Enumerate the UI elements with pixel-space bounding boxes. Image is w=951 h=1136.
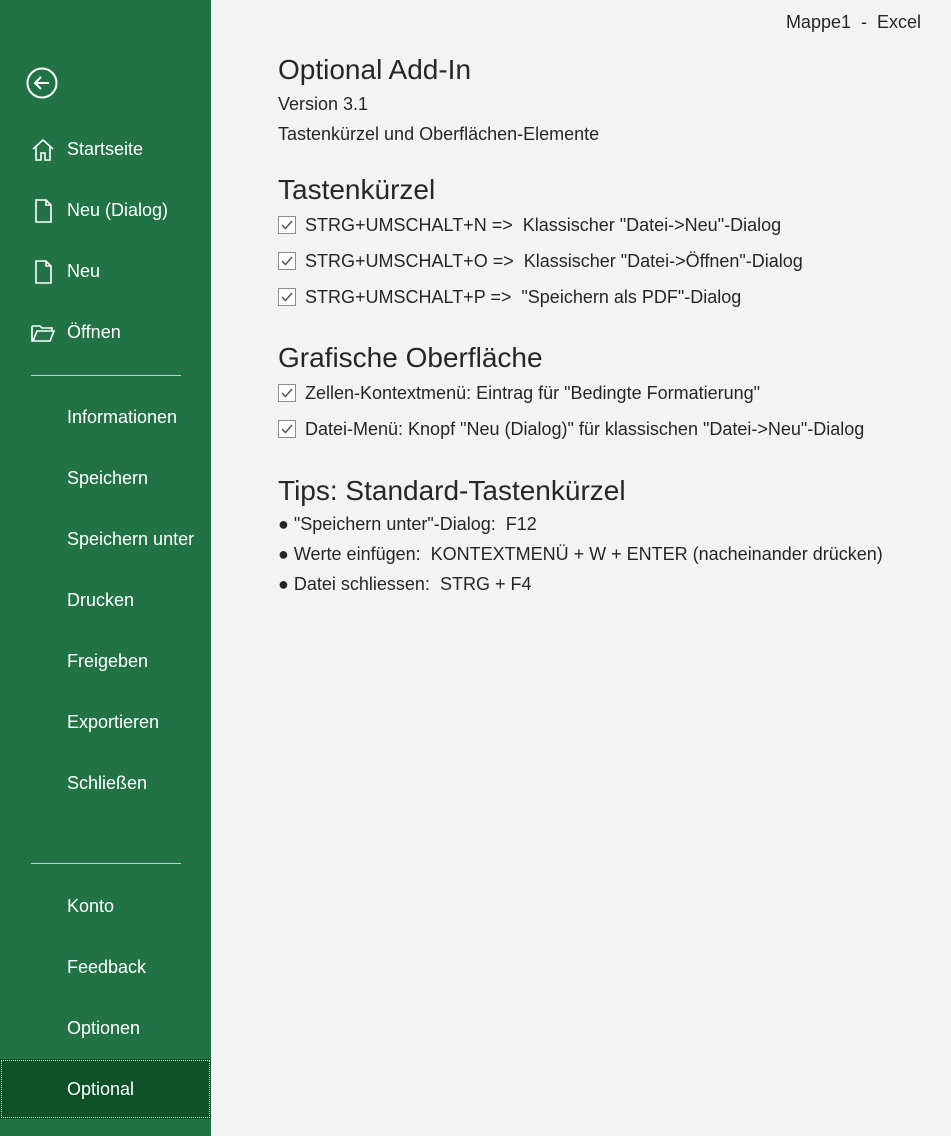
nav-konto[interactable]: Konto [0, 882, 211, 930]
nav-drucken[interactable]: Drucken [0, 576, 211, 624]
version-text: Version 3.1 [278, 94, 369, 114]
checkbox-label: STRG+UMSCHALT+P => "Speichern als PDF"-D… [305, 286, 742, 307]
nav-optional[interactable]: Optional [0, 1059, 211, 1119]
page-title: Optional Add-In [278, 54, 472, 85]
shortcuts-heading: Tastenkürzel [278, 174, 436, 205]
nav-freigeben[interactable]: Freigeben [0, 637, 211, 685]
checkbox[interactable] [278, 420, 296, 438]
nav-speichern-unter[interactable]: Speichern unter [0, 515, 211, 563]
nav-startseite-label: Startseite [67, 138, 144, 159]
checkbox-label: Zellen-Kontextmenü: Eintrag für "Bedingt… [305, 382, 761, 403]
checkbox[interactable] [278, 252, 296, 270]
tip-item: ● Datei schliessen: STRG + F4 [278, 574, 532, 594]
nav-drucken-label: Drucken [67, 589, 135, 610]
nav-oeffnen-label: Öffnen [67, 321, 121, 342]
nav-neu-dialog-label: Neu (Dialog) [67, 199, 169, 220]
nav-speichern-label: Speichern [67, 467, 149, 488]
ui-option-row[interactable]: Zellen-Kontextmenü: Eintrag für "Bedingt… [278, 382, 760, 404]
nav-neu-label: Neu [67, 260, 101, 281]
checkbox-label: STRG+UMSCHALT+N => Klassischer "Datei->N… [305, 214, 782, 235]
tip-item: ● Werte einfügen: KONTEXTMENÜ + W + ENTE… [278, 544, 883, 564]
nav-schliessen-label: Schließen [67, 772, 148, 793]
home-icon [30, 137, 56, 163]
sidebar-divider [31, 863, 181, 864]
tips-heading: Tips: Standard-Tastenkürzel [278, 475, 626, 506]
checkbox[interactable] [278, 384, 296, 402]
nav-feedback-label: Feedback [67, 956, 147, 977]
back-arrow-icon[interactable] [26, 67, 58, 99]
new-document-icon [30, 259, 56, 285]
nav-exportieren-label: Exportieren [67, 711, 160, 732]
ui-option-row[interactable]: Datei-Menü: Knopf "Neu (Dialog)" für kla… [278, 418, 864, 440]
nav-startseite[interactable]: Startseite [0, 125, 211, 173]
checkbox-label: Datei-Menü: Knopf "Neu (Dialog)" für kla… [305, 418, 865, 439]
nav-informationen[interactable]: Informationen [0, 393, 211, 441]
shortcut-option-row[interactable]: STRG+UMSCHALT+N => Klassischer "Datei->N… [278, 214, 781, 236]
shortcut-option-row[interactable]: STRG+UMSCHALT+O => Klassischer "Datei->Ö… [278, 250, 803, 272]
nav-informationen-label: Informationen [67, 406, 178, 427]
nav-speichern-unter-label: Speichern unter [67, 528, 195, 549]
nav-feedback[interactable]: Feedback [0, 943, 211, 991]
shortcut-option-row[interactable]: STRG+UMSCHALT+P => "Speichern als PDF"-D… [278, 286, 741, 308]
nav-konto-label: Konto [67, 895, 115, 916]
tip-item: ● "Speichern unter"-Dialog: F12 [278, 514, 537, 534]
nav-freigeben-label: Freigeben [67, 650, 149, 671]
nav-speichern[interactable]: Speichern [0, 454, 211, 502]
description-text: Tastenkürzel und Oberflächen-Elemente [278, 124, 600, 144]
nav-optionen[interactable]: Optionen [0, 1004, 211, 1052]
nav-oeffnen[interactable]: Öffnen [0, 308, 211, 356]
nav-optionen-label: Optionen [67, 1017, 141, 1038]
nav-neu[interactable]: Neu [0, 247, 211, 295]
backstage-sidebar: Startseite Neu (Dialog) Neu Öffnen Infor… [0, 0, 211, 1136]
checkbox-label: STRG+UMSCHALT+O => Klassischer "Datei->Ö… [305, 250, 803, 271]
nav-optional-label: Optional [67, 1078, 135, 1099]
ui-heading: Grafische Oberfläche [278, 342, 543, 373]
window-title: Mappe1 - Excel [785, 12, 921, 32]
open-folder-icon [30, 320, 56, 346]
sidebar-divider [31, 375, 181, 376]
nav-schliessen[interactable]: Schließen [0, 759, 211, 807]
new-document-icon [30, 198, 56, 224]
nav-exportieren[interactable]: Exportieren [0, 698, 211, 746]
checkbox[interactable] [278, 288, 296, 306]
checkbox[interactable] [278, 216, 296, 234]
nav-neu-dialog[interactable]: Neu (Dialog) [0, 186, 211, 234]
